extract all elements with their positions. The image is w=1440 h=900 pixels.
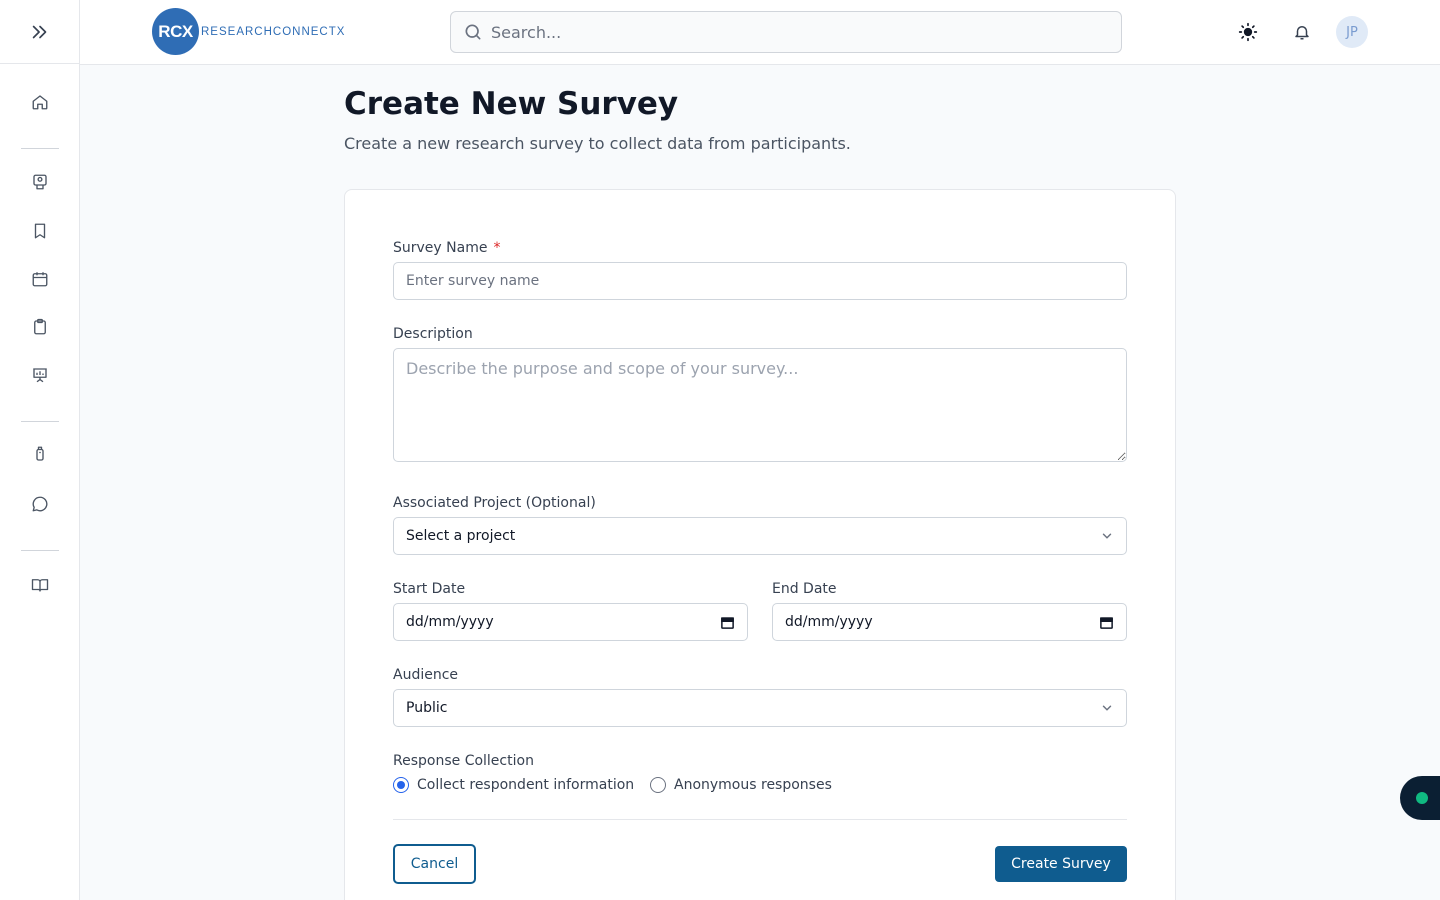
create-survey-form: Survey Name * Description Associated Proj… xyxy=(344,189,1176,900)
sidebar-item-library[interactable] xyxy=(0,565,80,605)
start-date-placeholder: dd/mm/yyyy xyxy=(406,614,494,630)
calendar-icon xyxy=(32,272,48,287)
chevrons-right-icon xyxy=(32,25,46,38)
create-survey-button[interactable]: Create Survey xyxy=(995,846,1127,882)
survey-name-label-text: Survey Name xyxy=(393,240,488,256)
sidebar-item-messages[interactable] xyxy=(0,484,80,524)
chat-bubble-icon xyxy=(32,496,48,512)
presentation-chart-icon xyxy=(33,368,47,383)
status-widget[interactable] xyxy=(1400,776,1440,820)
radio-anonymous[interactable]: Anonymous responses xyxy=(650,777,832,793)
search-input[interactable] xyxy=(491,22,1091,42)
sidebar-divider xyxy=(21,421,59,422)
radio-button[interactable] xyxy=(650,777,666,793)
monitor-user-icon xyxy=(33,174,47,190)
clipboard-icon xyxy=(34,318,46,335)
logo-text: RESEARCHCONNECTX xyxy=(201,25,346,38)
home-icon xyxy=(32,95,48,110)
radio-label: Collect respondent information xyxy=(417,777,635,793)
book-open-icon xyxy=(31,579,49,592)
survey-name-label: Survey Name * xyxy=(393,240,500,256)
start-date-label: Start Date xyxy=(393,581,466,597)
cancel-button[interactable]: Cancel xyxy=(393,844,476,884)
expand-sidebar-button[interactable] xyxy=(0,0,79,64)
required-asterisk: * xyxy=(493,240,501,256)
chevron-down-icon xyxy=(1102,533,1112,539)
survey-name-input[interactable] xyxy=(393,262,1127,300)
status-dot-icon xyxy=(1416,792,1428,804)
response-collection-label: Response Collection xyxy=(393,753,534,769)
sidebar xyxy=(0,0,80,900)
project-select[interactable]: Select a project xyxy=(393,517,1127,555)
sidebar-item-home[interactable] xyxy=(0,82,80,122)
logo-mark: RCX xyxy=(152,8,199,55)
sidebar-item-participants[interactable] xyxy=(0,162,80,202)
notifications-button[interactable] xyxy=(1290,20,1314,44)
end-date-placeholder: dd/mm/yyyy xyxy=(785,614,873,630)
page-title: Create New Survey xyxy=(344,86,679,122)
search-icon xyxy=(465,24,481,40)
radio-collect-info[interactable]: Collect respondent information xyxy=(393,777,634,793)
sidebar-divider xyxy=(21,148,59,149)
radio-button-selected[interactable] xyxy=(393,777,409,793)
end-date-label: End Date xyxy=(772,581,837,597)
user-avatar[interactable]: JP xyxy=(1336,16,1368,48)
project-label: Associated Project (Optional) xyxy=(393,495,596,511)
sidebar-item-presentations[interactable] xyxy=(0,355,80,395)
sidebar-item-devices[interactable] xyxy=(0,434,80,474)
sidebar-item-calendar[interactable] xyxy=(0,259,80,299)
theme-toggle-button[interactable] xyxy=(1236,20,1260,44)
audience-select-value: Public xyxy=(406,700,448,716)
brand-logo[interactable]: RCX RESEARCHCONNECTX xyxy=(152,8,345,55)
sun-icon xyxy=(1238,22,1258,42)
bookmark-icon xyxy=(34,223,46,239)
sidebar-divider xyxy=(21,550,59,551)
radio-label: Anonymous responses xyxy=(674,777,832,793)
form-divider xyxy=(393,819,1127,820)
description-label: Description xyxy=(393,326,473,342)
search-box[interactable] xyxy=(450,11,1122,53)
project-select-value: Select a project xyxy=(406,528,516,544)
device-icon xyxy=(36,446,44,461)
audience-select[interactable]: Public xyxy=(393,689,1127,727)
sidebar-item-surveys[interactable] xyxy=(0,307,80,347)
sidebar-item-bookmarks[interactable] xyxy=(0,211,80,251)
end-date-input[interactable]: dd/mm/yyyy xyxy=(772,603,1127,641)
bell-icon xyxy=(1295,26,1309,40)
calendar-icon[interactable] xyxy=(720,615,735,630)
description-textarea[interactable] xyxy=(393,348,1127,462)
page-subtitle: Create a new research survey to collect … xyxy=(344,134,851,153)
calendar-icon[interactable] xyxy=(1099,615,1114,630)
chevron-down-icon xyxy=(1102,705,1112,711)
top-header: RCX RESEARCHCONNECTX JP xyxy=(80,0,1440,65)
start-date-input[interactable]: dd/mm/yyyy xyxy=(393,603,748,641)
audience-label: Audience xyxy=(393,667,459,683)
